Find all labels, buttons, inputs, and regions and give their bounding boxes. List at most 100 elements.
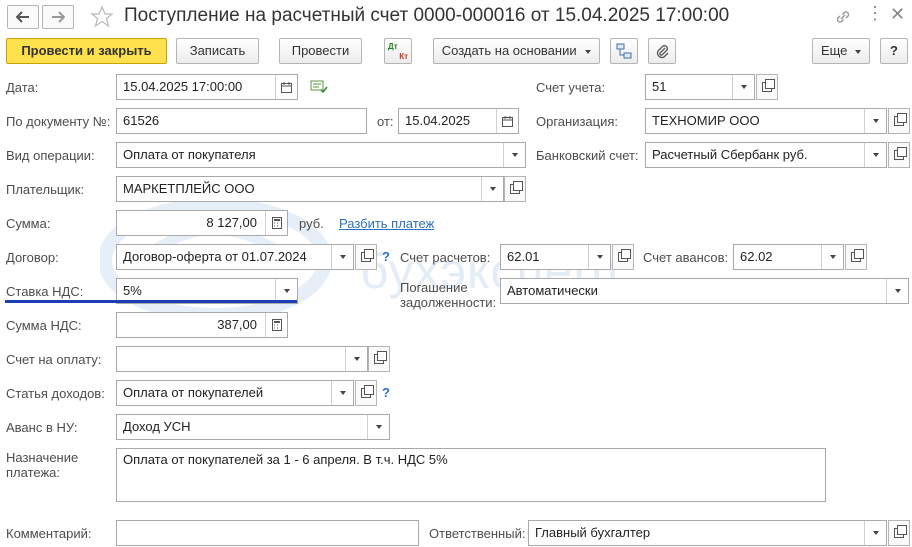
organization-field[interactable]: ТЕХНОМИР ООО <box>645 108 887 134</box>
back-button[interactable] <box>7 5 39 29</box>
chevron-down-icon <box>353 357 360 361</box>
contract-help-icon[interactable]: ? <box>382 249 390 264</box>
organization-label: Организация: <box>536 114 619 129</box>
operation-type-field[interactable]: Оплата от покупателя <box>116 142 526 168</box>
date-label: Дата: <box>6 80 39 95</box>
purpose-textarea[interactable]: Оплата от покупателей за 1 - 6 апреля. В… <box>116 448 826 502</box>
organization-value: ТЕХНОМИР ООО <box>652 113 760 128</box>
dropdown-button[interactable] <box>864 521 886 545</box>
calculator-icon <box>271 319 282 331</box>
open-contract-button[interactable] <box>355 244 377 270</box>
chevron-down-icon <box>894 289 901 293</box>
dropdown-button[interactable] <box>864 109 886 133</box>
settlement-account-field[interactable]: 62.01 <box>500 244 611 270</box>
open-settlement-account-button[interactable] <box>612 244 634 270</box>
calculator-button[interactable] <box>265 211 287 235</box>
dropdown-button[interactable] <box>481 177 503 201</box>
structure-icon <box>616 43 632 59</box>
open-account-button[interactable] <box>756 74 778 100</box>
chevron-down-icon <box>829 255 836 259</box>
advance-nu-field[interactable]: Доход УСН <box>116 414 390 440</box>
from-date-field[interactable]: 15.04.2025 <box>398 108 519 134</box>
dropdown-button[interactable] <box>886 279 908 303</box>
repayment-label-line2: задолженности: <box>400 295 497 310</box>
post-button[interactable]: Провести <box>279 38 362 64</box>
attach-button[interactable] <box>648 38 676 64</box>
responsible-field[interactable]: Главный бухгалтер <box>528 520 887 546</box>
income-item-label: Статья доходов: <box>6 386 105 401</box>
repayment-value: Автоматически <box>507 283 598 298</box>
dropdown-button[interactable] <box>821 245 843 269</box>
calculator-button[interactable] <box>265 313 287 337</box>
sum-field[interactable]: 8 127,00 <box>116 210 288 236</box>
payer-value: МАРКЕТПЛЕЙС ООО <box>123 181 255 196</box>
vat-sum-field[interactable]: 387,00 <box>116 312 288 338</box>
open-payer-button[interactable] <box>504 176 526 202</box>
contract-label: Договор: <box>6 250 59 265</box>
bank-account-field[interactable]: Расчетный Сбербанк руб. <box>645 142 887 168</box>
open-income-item-button[interactable] <box>355 380 377 406</box>
dropdown-button[interactable] <box>367 415 389 439</box>
calendar-button[interactable] <box>496 109 518 133</box>
open-invoice-button[interactable] <box>368 346 390 372</box>
bank-account-value: Расчетный Сбербанк руб. <box>652 147 808 162</box>
dropdown-button[interactable] <box>331 245 353 269</box>
contract-value: Договор-оферта от 01.07.2024 <box>123 249 307 264</box>
dt-kt-button[interactable]: Дт Кт <box>384 38 412 64</box>
income-item-help-icon[interactable]: ? <box>382 385 390 400</box>
open-responsible-button[interactable] <box>888 520 910 546</box>
split-payment-link[interactable]: Разбить платеж <box>339 216 434 231</box>
more-menu-icon[interactable]: ⋮ <box>866 4 884 22</box>
income-item-field[interactable]: Оплата от покупателей <box>116 380 354 406</box>
create-based-on-button[interactable]: Создать на основании <box>433 38 600 64</box>
chevron-down-icon <box>596 255 603 259</box>
invoice-label: Счет на оплату: <box>6 352 102 367</box>
calendar-button[interactable] <box>275 75 297 99</box>
account-field[interactable]: 51 <box>645 74 755 100</box>
open-organization-button[interactable] <box>888 108 910 134</box>
dropdown-button[interactable] <box>503 143 525 167</box>
dropdown-button[interactable] <box>345 347 367 371</box>
chevron-down-icon <box>339 391 346 395</box>
chevron-down-icon <box>855 49 862 54</box>
document-status-icon[interactable] <box>310 80 328 94</box>
repayment-field[interactable]: Автоматически <box>500 278 909 304</box>
calendar-icon <box>502 115 513 127</box>
purpose-label-line1: Назначение <box>6 450 79 465</box>
open-icon <box>894 147 907 160</box>
invoice-field[interactable] <box>116 346 368 372</box>
contract-field[interactable]: Договор-оферта от 01.07.2024 <box>116 244 354 270</box>
structure-button[interactable] <box>610 38 638 64</box>
dropdown-button[interactable] <box>864 143 886 167</box>
open-icon <box>762 79 775 92</box>
docnum-field[interactable]: 61526 <box>116 108 367 134</box>
advance-account-field[interactable]: 62.02 <box>733 244 844 270</box>
help-button[interactable]: ? <box>880 38 908 64</box>
open-bank-account-button[interactable] <box>888 142 910 168</box>
calculator-icon <box>271 217 282 229</box>
save-button[interactable]: Записать <box>176 38 259 64</box>
open-advance-account-button[interactable] <box>845 244 867 270</box>
chevron-down-icon <box>872 531 879 535</box>
dropdown-button[interactable] <box>732 75 754 99</box>
favorite-star-icon[interactable] <box>90 5 114 29</box>
open-icon <box>851 249 864 262</box>
operation-type-label: Вид операции: <box>6 148 95 163</box>
payer-field[interactable]: МАРКЕТПЛЕЙС ООО <box>116 176 504 202</box>
income-item-value: Оплата от покупателей <box>123 385 264 400</box>
responsible-label: Ответственный: <box>429 526 526 541</box>
date-value: 15.04.2025 17:00:00 <box>123 79 243 94</box>
dropdown-button[interactable] <box>331 381 353 405</box>
arrow-left-icon <box>16 11 29 23</box>
date-field[interactable]: 15.04.2025 17:00:00 <box>116 74 298 100</box>
close-icon[interactable]: ✕ <box>890 5 905 23</box>
currency-label: руб. <box>299 216 324 231</box>
dropdown-button[interactable] <box>588 245 610 269</box>
comment-field[interactable] <box>116 520 419 546</box>
open-icon <box>894 113 907 126</box>
chevron-down-icon <box>375 425 382 429</box>
forward-button[interactable] <box>42 5 74 29</box>
post-and-close-button[interactable]: Провести и закрыть <box>6 38 167 64</box>
link-icon[interactable] <box>834 8 852 26</box>
more-actions-button[interactable]: Еще <box>812 38 870 64</box>
